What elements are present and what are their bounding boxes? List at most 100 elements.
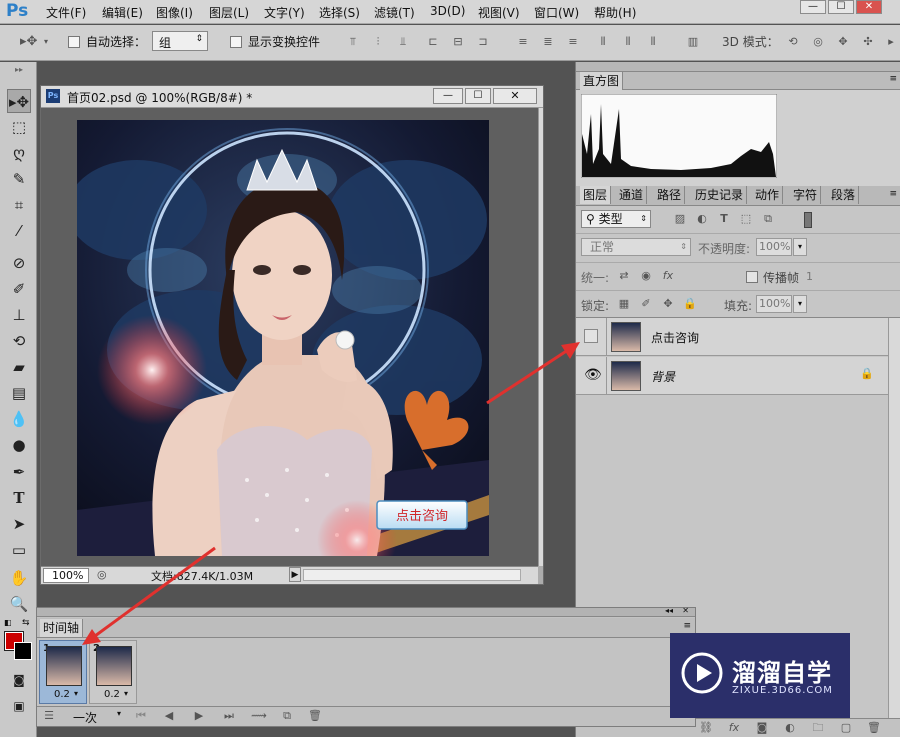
distribute-vcenter-icon[interactable]: ≣ [540, 35, 556, 49]
align-left-icon[interactable]: ⊏ [425, 35, 441, 49]
clone-stamp-tool-icon[interactable]: ⊥ [7, 303, 31, 327]
opacity-field[interactable]: 100% [756, 238, 792, 256]
layer-visibility-toggle[interactable] [584, 329, 598, 343]
lock-position-icon[interactable]: ✥ [660, 297, 676, 311]
doc-minimize-button[interactable]: — [433, 88, 463, 104]
default-colors-icon[interactable]: ◧ [4, 618, 14, 628]
chevron-down-icon[interactable]: ▾ [74, 689, 78, 698]
first-frame-icon[interactable]: ⏮ [133, 709, 149, 723]
lock-pixels-icon[interactable]: ✐ [638, 297, 654, 311]
doc-close-button[interactable]: ✕ [493, 88, 537, 104]
filter-type-icon[interactable]: T [716, 212, 732, 226]
chevron-down-icon[interactable]: ▾ [124, 689, 128, 698]
app-maximize-button[interactable]: ☐ [828, 0, 854, 14]
menu-select[interactable]: 选择(S) [319, 4, 360, 21]
frame-1[interactable]: 1 0.2 ▾ [39, 640, 87, 704]
canvas-image[interactable]: 点击咨询 [77, 120, 489, 556]
crop-tool-icon[interactable]: ⌗ [7, 193, 31, 217]
filter-adjustment-icon[interactable]: ◐ [694, 212, 710, 226]
type-tool-icon[interactable]: T [7, 486, 31, 510]
shape-tool-icon[interactable]: ▭ [7, 538, 31, 562]
chevron-down-icon[interactable]: ▾ [793, 295, 807, 313]
filter-pixel-icon[interactable]: ▨ [672, 212, 688, 226]
filter-smart-object-icon[interactable]: ⧉ [760, 212, 776, 226]
slide-3d-icon[interactable]: ✣ [860, 35, 876, 49]
tool-preset-dropdown-icon[interactable]: ▾ [38, 35, 54, 49]
align-top-icon[interactable]: ⫪ [345, 35, 361, 49]
distribute-hcenter-icon[interactable]: ⦀ [620, 35, 636, 49]
loop-dropdown[interactable]: 一次 ▾ [67, 709, 123, 725]
eye-icon[interactable]: 👁 [584, 367, 602, 383]
menu-file[interactable]: 文件(F) [46, 4, 86, 21]
previous-frame-icon[interactable]: ◀ [161, 709, 177, 723]
chevron-down-icon[interactable]: ▾ [793, 238, 807, 256]
zoom-field[interactable]: 100% [43, 568, 89, 583]
menu-help[interactable]: 帮助(H) [594, 4, 636, 21]
move-tool-icon[interactable]: ▸✥ [7, 89, 31, 113]
tween-icon[interactable]: ⟿ [251, 709, 267, 723]
lock-transparent-icon[interactable]: ▦ [616, 297, 632, 311]
tab-actions[interactable]: 动作 [752, 186, 784, 204]
quick-select-tool-icon[interactable]: ✎ [7, 167, 31, 191]
menu-type[interactable]: 文字(Y) [264, 4, 305, 21]
panel-menu-icon[interactable]: ≡ [889, 189, 897, 199]
tab-timeline[interactable]: 时间轴 [40, 619, 84, 637]
align-right-icon[interactable]: ⊐ [475, 35, 491, 49]
frame-delay[interactable]: 0.2 [104, 689, 120, 700]
eraser-tool-icon[interactable]: ▰ [7, 355, 31, 379]
rotate-3d-icon[interactable]: ⟲ [785, 35, 801, 49]
tab-layers[interactable]: 图层 [580, 186, 612, 204]
blur-tool-icon[interactable]: 💧 [7, 407, 31, 431]
brush-tool-icon[interactable]: ✐ [7, 277, 31, 301]
new-layer-icon[interactable]: ▢ [838, 721, 854, 735]
screen-mode-icon[interactable]: ▣ [7, 694, 31, 718]
horizontal-scrollbar[interactable] [303, 569, 521, 581]
collapse-icon[interactable]: ◂◂ [665, 606, 673, 615]
distribute-bottom-icon[interactable]: ≡ [565, 35, 581, 49]
background-color-swatch[interactable] [14, 642, 32, 660]
tab-paragraph[interactable]: 段落 [828, 186, 860, 204]
vertical-scrollbar[interactable] [538, 108, 543, 566]
distribute-left-icon[interactable]: ⫴ [595, 35, 611, 49]
tab-character[interactable]: 字符 [790, 186, 822, 204]
distribute-top-icon[interactable]: ≡ [515, 35, 531, 49]
close-icon[interactable]: ✕ [682, 606, 689, 615]
gradient-tool-icon[interactable]: ▤ [7, 381, 31, 405]
trash-icon[interactable]: 🗑 [866, 721, 882, 735]
next-frame-icon[interactable]: ⏭ [221, 709, 237, 723]
filter-kind-dropdown[interactable]: ⚲ 类型 ⇕ [581, 210, 651, 228]
swap-colors-icon[interactable]: ⇆ [22, 618, 32, 628]
dodge-tool-icon[interactable]: ● [7, 433, 31, 457]
layers-scrollbar[interactable] [888, 318, 900, 718]
menu-image[interactable]: 图像(I) [156, 4, 193, 21]
zoom-tool-icon[interactable]: 🔍 [7, 592, 31, 616]
toolbox-grip-icon[interactable]: ▸▸ [7, 66, 31, 74]
menu-window[interactable]: 窗口(W) [534, 4, 579, 21]
tab-histogram[interactable]: 直方图 [580, 72, 624, 90]
align-bottom-icon[interactable]: ⫫ [395, 35, 411, 49]
tab-channels[interactable]: 通道 [616, 186, 648, 204]
pen-tool-icon[interactable]: ✒ [7, 460, 31, 484]
distribute-right-icon[interactable]: ⫴ [645, 35, 661, 49]
menu-layer[interactable]: 图层(L) [209, 4, 249, 21]
canvas-area[interactable]: 点击咨询 [41, 108, 538, 566]
roll-3d-icon[interactable]: ◎ [810, 35, 826, 49]
panel-menu-icon[interactable]: ≡ [683, 621, 691, 631]
blend-mode-dropdown[interactable]: 正常 ⇕ [581, 238, 691, 256]
fx-icon[interactable]: fx [726, 721, 742, 735]
history-brush-tool-icon[interactable]: ⟲ [7, 329, 31, 353]
path-select-tool-icon[interactable]: ➤ [7, 512, 31, 536]
propagate-frame-checkbox[interactable] [746, 271, 758, 283]
adjustment-layer-icon[interactable]: ◐ [782, 721, 798, 735]
frame-delay[interactable]: 0.2 [54, 689, 70, 700]
fill-field[interactable]: 100% [756, 295, 792, 313]
auto-select-dropdown[interactable]: 组 ⇕ [152, 31, 208, 51]
unify-style-icon[interactable]: fx [660, 269, 676, 283]
duplicate-frame-icon[interactable]: ⧉ [279, 709, 295, 723]
eyedropper-tool-icon[interactable]: ⁄ [7, 219, 31, 243]
move-tool-icon[interactable]: ▸✥ [20, 35, 37, 49]
healing-brush-tool-icon[interactable]: ⊘ [7, 251, 31, 275]
frame-2[interactable]: 2 0.2 ▾ [89, 640, 137, 704]
show-transform-checkbox[interactable] [230, 36, 242, 48]
app-minimize-button[interactable]: — [800, 0, 826, 14]
